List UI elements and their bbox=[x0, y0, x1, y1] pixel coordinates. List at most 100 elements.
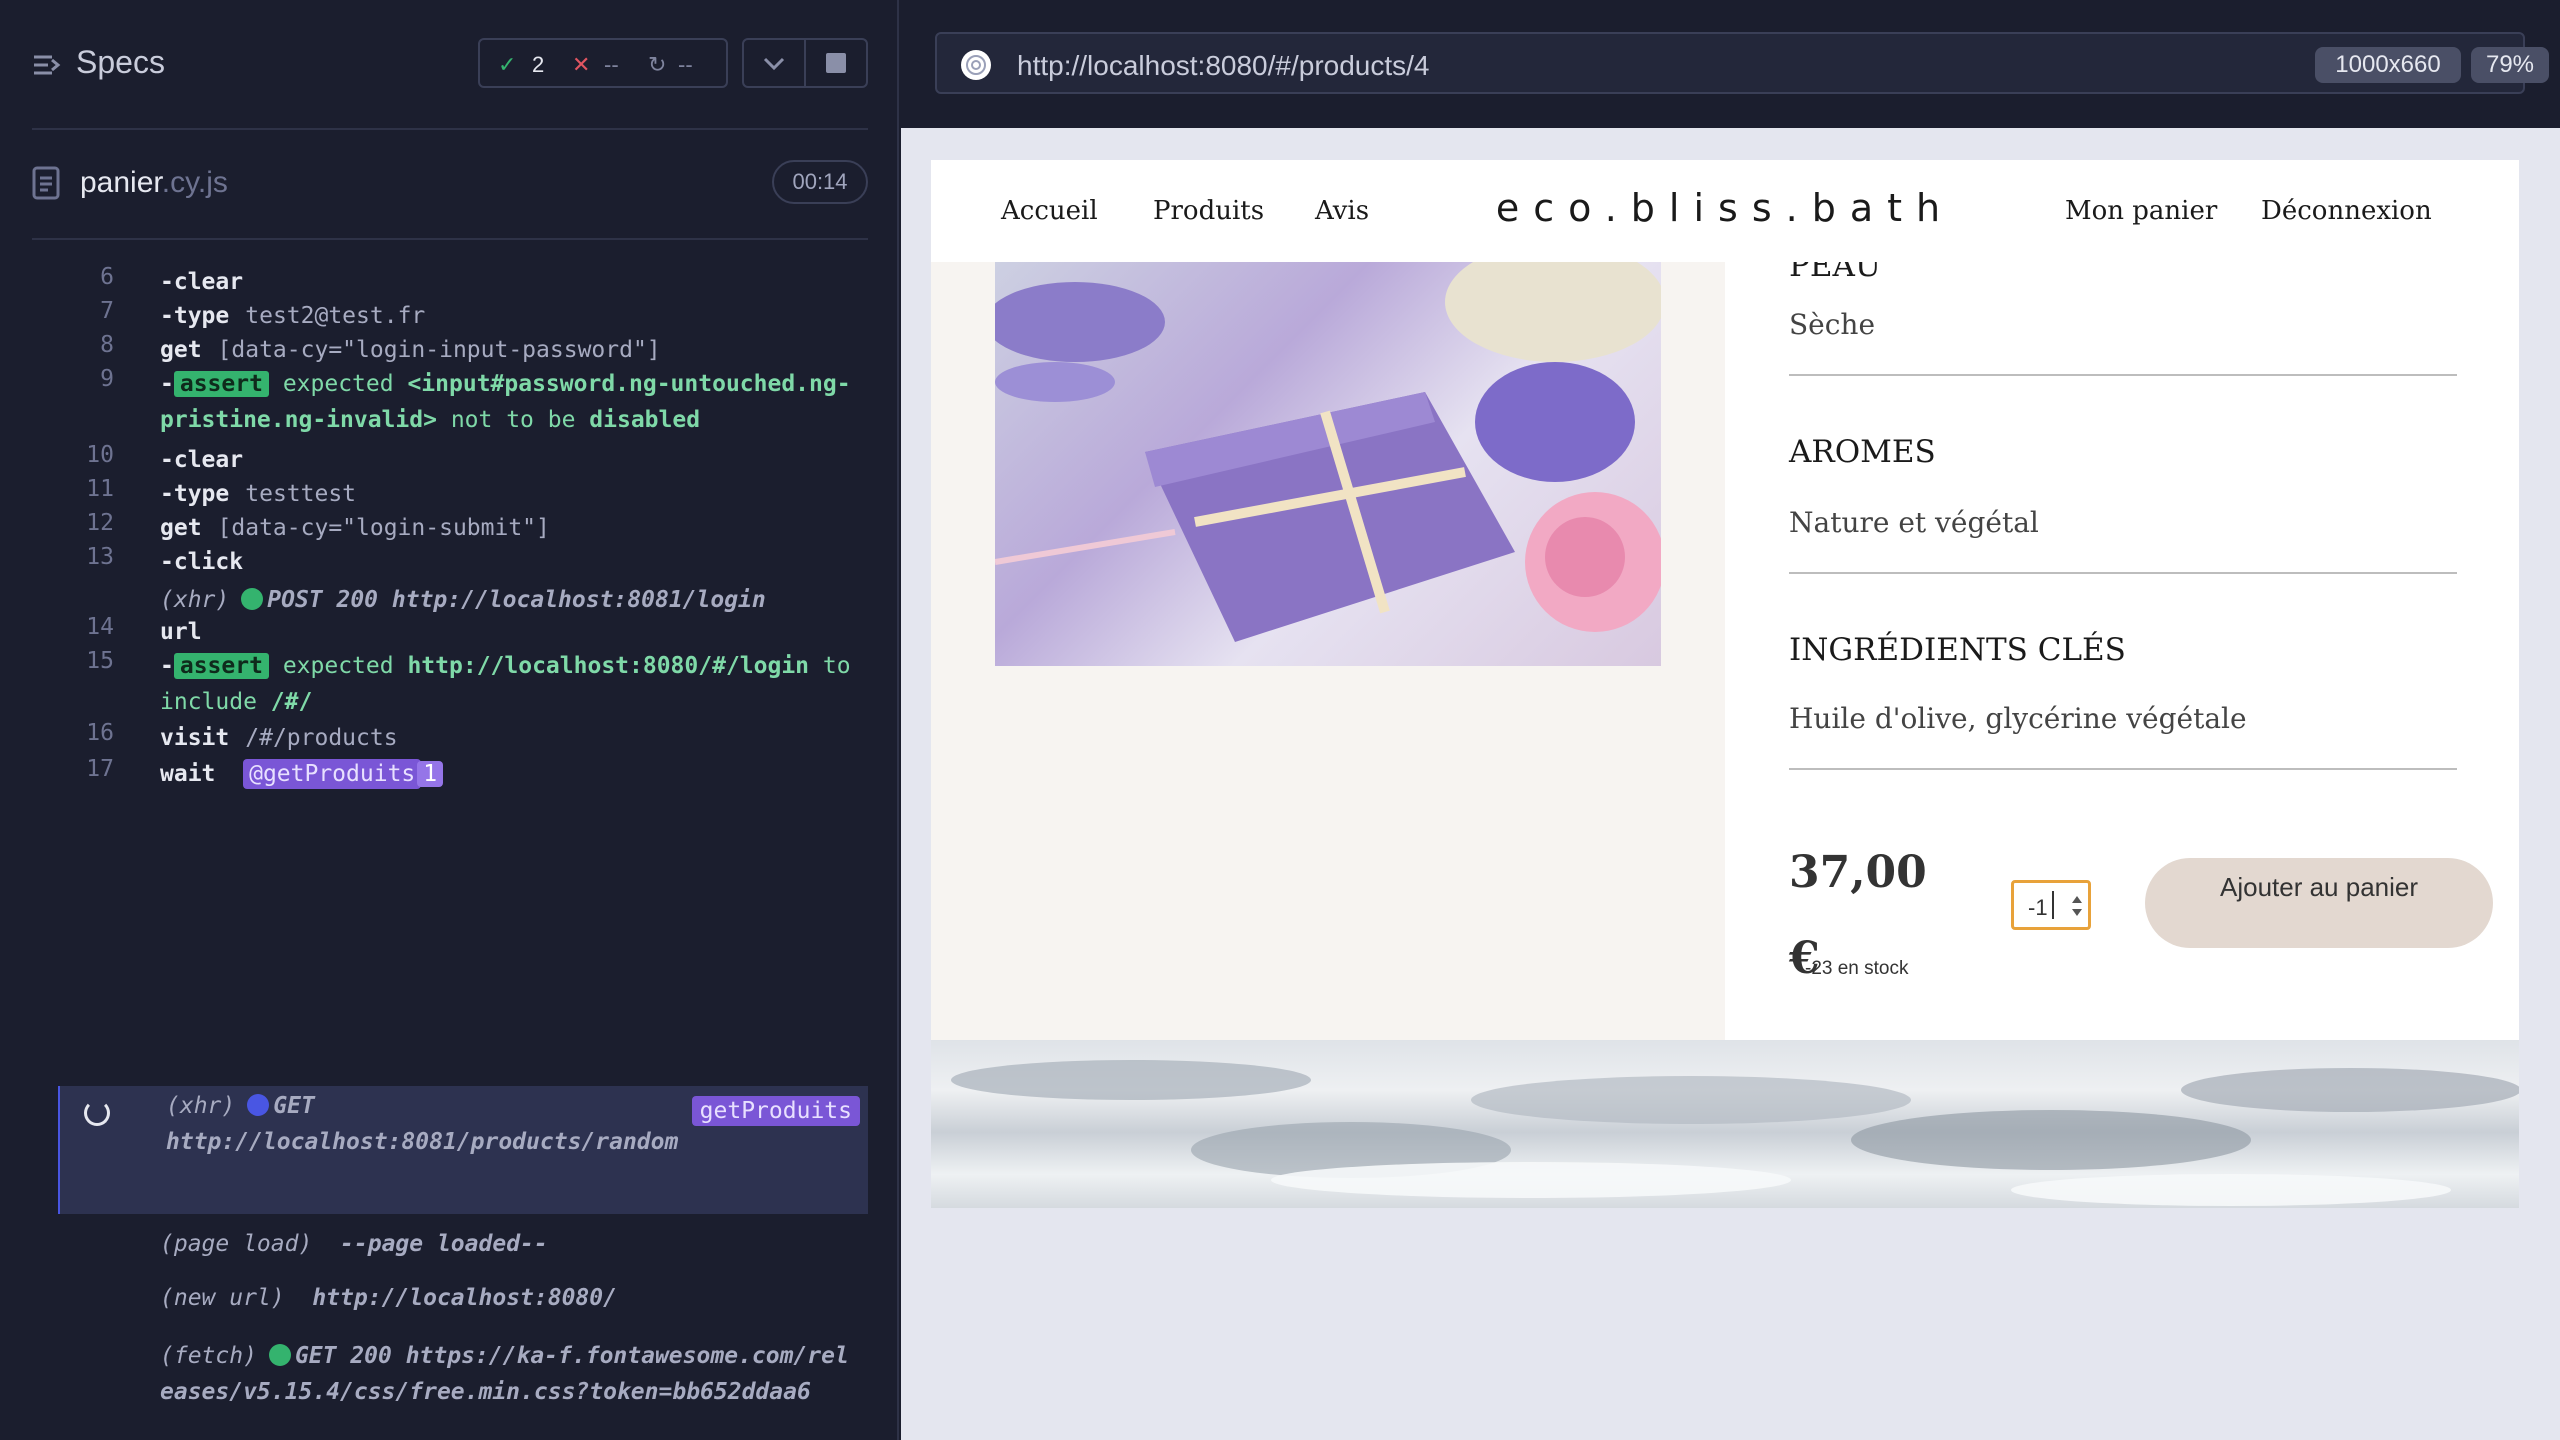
line-number: 11 bbox=[86, 476, 114, 502]
specs-label[interactable]: Specs bbox=[76, 44, 165, 81]
price-amount: 37,00 bbox=[1789, 847, 1927, 898]
assert-badge: assert bbox=[173, 371, 269, 397]
quantity-stepper[interactable]: -1 bbox=[2011, 880, 2091, 930]
command-arg: testtest bbox=[245, 481, 357, 507]
event-url: http://localhost:8081/products/random bbox=[166, 1129, 679, 1155]
viewport-size[interactable]: 1000x660 bbox=[2315, 47, 2461, 83]
file-icon bbox=[32, 166, 60, 200]
status-dot-icon bbox=[268, 1344, 291, 1366]
add-to-cart-button[interactable]: Ajouter au panier bbox=[2145, 858, 2493, 948]
product-details: PEAU Sèche AROMES Nature et végétal INGR… bbox=[1725, 248, 2519, 1040]
command-body: -clear bbox=[160, 442, 860, 478]
command-name: -clear bbox=[160, 269, 244, 295]
pending-spinner-icon: ↻ bbox=[648, 52, 667, 77]
command-log: 6 -clear 7 -type test2@test.fr 8 get [data… bbox=[58, 240, 868, 1440]
line-number: 8 bbox=[100, 332, 114, 358]
reporter-panel: Specs ✓ 2 ✕ -- ↻ -- panier.cy.js 00:14 6… bbox=[0, 0, 899, 1440]
event-type: (fetch) bbox=[160, 1343, 257, 1369]
command-body: (new url) http://localhost:8080/ bbox=[160, 1280, 860, 1316]
command-name: visit bbox=[160, 725, 230, 751]
command-arg: [data-cy="login-submit"] bbox=[217, 515, 550, 541]
stock-info: -23 en stock bbox=[1805, 958, 1909, 979]
pass-check-icon: ✓ bbox=[498, 52, 517, 77]
assert-value: disabled bbox=[589, 407, 701, 433]
alias-badge: @getProduits bbox=[243, 759, 422, 789]
spec-timer: 00:14 bbox=[772, 160, 868, 204]
nav-cart[interactable]: Mon panier bbox=[2065, 196, 2217, 226]
line-number: 17 bbox=[86, 756, 114, 782]
command-name: get bbox=[160, 515, 202, 541]
assert-prefix: - bbox=[160, 653, 174, 679]
zoom-level[interactable]: 79% bbox=[2471, 47, 2549, 83]
loading-spinner-icon bbox=[84, 1100, 110, 1126]
event-detail: --page loaded-- bbox=[340, 1231, 548, 1257]
line-number: 16 bbox=[86, 720, 114, 746]
command-body: -clear bbox=[160, 264, 860, 300]
line-number: 13 bbox=[86, 544, 114, 570]
command-name: -type bbox=[160, 481, 230, 507]
event-detail: POST 200 http://localhost:8081/login bbox=[267, 587, 766, 613]
command-name: get bbox=[160, 337, 202, 363]
text-cursor bbox=[2052, 891, 2054, 919]
spec-file-name: panier.cy.js bbox=[80, 166, 228, 200]
status-dot-icon bbox=[247, 1094, 270, 1116]
spec-file-row[interactable]: panier.cy.js 00:14 bbox=[32, 160, 868, 206]
command-body: visit /#/products bbox=[160, 720, 860, 756]
command-body: get [data-cy="login-input-password"] bbox=[160, 332, 860, 368]
controls-divider bbox=[804, 40, 806, 86]
command-body: (xhr) GET http://localhost:8081/products/… bbox=[166, 1088, 686, 1160]
assert-text: expected bbox=[282, 653, 394, 679]
command-body: - assert expected http://localhost:8080/#… bbox=[160, 648, 860, 720]
command-body: wait @getProduits 1 bbox=[160, 756, 860, 792]
nav-logout[interactable]: Déconnexion bbox=[2261, 196, 2432, 226]
command-name: wait bbox=[160, 761, 216, 787]
stop-icon[interactable] bbox=[826, 53, 846, 73]
event-type: (new url) bbox=[160, 1285, 285, 1311]
command-name: -type bbox=[160, 303, 230, 329]
foam-illustration bbox=[951, 1060, 2519, 1206]
footer-banner bbox=[931, 1040, 2519, 1208]
specs-menu-icon[interactable] bbox=[32, 50, 62, 80]
active-xhr-row[interactable]: (xhr) GET http://localhost:8081/products/… bbox=[58, 1086, 868, 1214]
line-number: 15 bbox=[86, 648, 114, 674]
assert-value: /#/ bbox=[270, 689, 313, 715]
app-under-test: http://localhost:8080/#/products/4 1000x… bbox=[901, 0, 2560, 1440]
aromas-value: Nature et végétal bbox=[1789, 506, 2039, 539]
divider bbox=[1789, 374, 2457, 376]
assert-prefix: - bbox=[160, 371, 174, 397]
command-arg: /#/products bbox=[245, 725, 398, 751]
product-image bbox=[995, 262, 1661, 666]
line-number: 9 bbox=[100, 366, 114, 392]
product-page: Accueil Produits Avis eco.bliss.bath Mon… bbox=[931, 160, 2519, 1208]
header-divider bbox=[32, 128, 868, 130]
ingredients-value: Huile d'olive, glycérine végétale bbox=[1789, 702, 2247, 735]
event-type: (page load) bbox=[160, 1231, 313, 1257]
aromas-title: AROMES bbox=[1789, 434, 1936, 470]
skin-value: Sèche bbox=[1789, 308, 1876, 341]
chevron-down-icon[interactable] bbox=[762, 54, 786, 74]
line-number: 6 bbox=[100, 264, 114, 290]
command-body: -click bbox=[160, 544, 860, 580]
reporter-header: Specs ✓ 2 ✕ -- ↻ -- bbox=[32, 30, 868, 100]
stepper-arrows-icon[interactable] bbox=[2070, 893, 2084, 919]
status-dot-icon bbox=[241, 588, 264, 610]
url-bar[interactable]: http://localhost:8080/#/products/4 1000x… bbox=[935, 32, 2549, 94]
ingredients-title: INGRÉDIENTS CLÉS bbox=[1789, 632, 2126, 668]
run-controls bbox=[742, 38, 868, 88]
command-body: url bbox=[160, 614, 860, 650]
event-detail: GET 200 https://ka-f.fontawesome.com/rel… bbox=[160, 1343, 849, 1405]
alias-tag: getProduits bbox=[691, 1096, 860, 1126]
url-header: http://localhost:8080/#/products/4 1000x… bbox=[901, 0, 2560, 128]
product-image-pane bbox=[931, 262, 1725, 1040]
event-detail: GET bbox=[273, 1093, 315, 1119]
pending-count: -- bbox=[678, 52, 693, 77]
command-name: -click bbox=[160, 549, 244, 575]
event-detail: http://localhost:8080/ bbox=[312, 1285, 617, 1311]
file-basename: panier bbox=[80, 166, 162, 199]
command-body: (fetch) GET 200 https://ka-f.fontawesome.… bbox=[160, 1338, 860, 1410]
url-text[interactable]: http://localhost:8080/#/products/4 bbox=[1017, 50, 1430, 82]
command-body: - assert expected <input#password.ng-unto… bbox=[160, 366, 860, 438]
assert-badge: assert bbox=[173, 653, 269, 679]
command-body: -type testtest bbox=[160, 476, 860, 512]
divider bbox=[1789, 768, 2457, 770]
